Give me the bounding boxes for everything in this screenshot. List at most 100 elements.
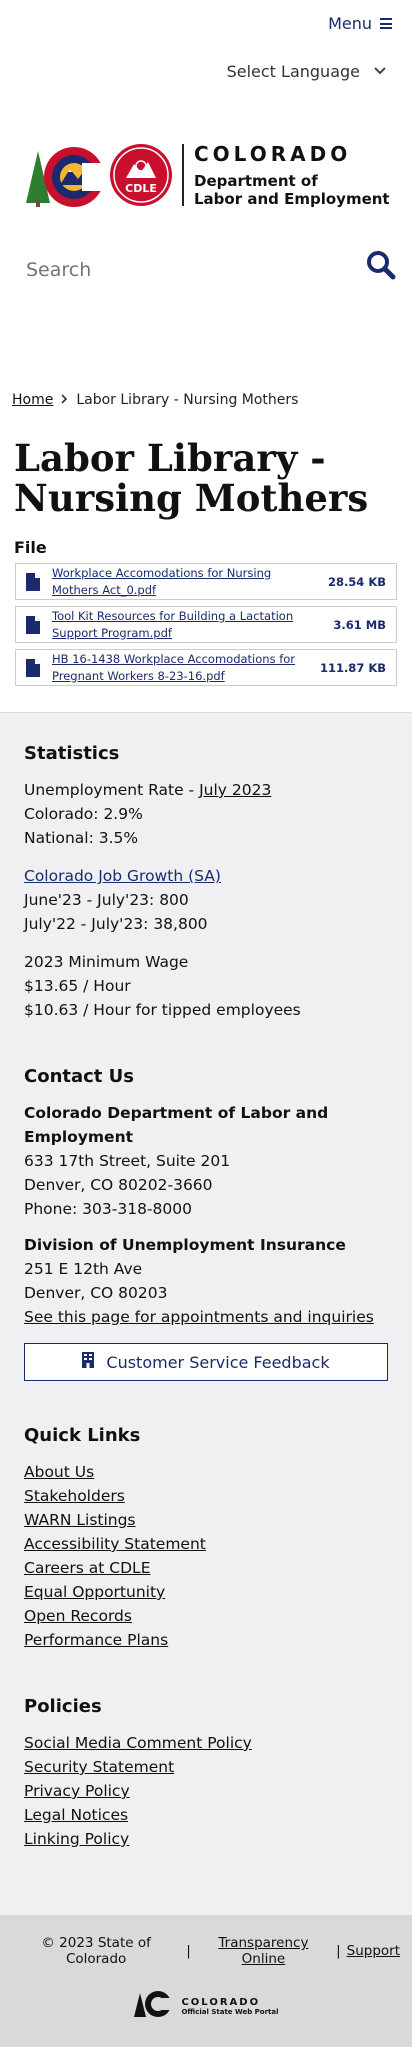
policies-section: Policies Social Media Comment Policy Sec… — [24, 1696, 388, 1851]
footer-bottom: © 2023 State of Colorado | Transparency … — [0, 1915, 412, 2047]
contact-phone: Phone: 303-318-8000 — [24, 1200, 192, 1218]
breadcrumb-chevron-icon — [61, 392, 68, 408]
min-wage-tipped: $10.63 / Hour for tipped employees — [24, 1001, 301, 1019]
search-bar — [0, 230, 412, 310]
portal-text: COLORADO Official State Web Portal — [181, 1997, 278, 2016]
quick-link-about-us[interactable]: About Us — [24, 1460, 388, 1484]
policy-link-privacy[interactable]: Privacy Policy — [24, 1779, 388, 1803]
search-input[interactable] — [26, 259, 326, 281]
quick-links-heading: Quick Links — [24, 1425, 141, 1446]
unemployment-month-link[interactable]: July 2023 — [199, 781, 271, 799]
file-link[interactable]: HB 16-1438 Workplace Accomodations for P… — [52, 651, 312, 685]
file-size: 3.61 MB — [333, 617, 386, 632]
language-select[interactable]: Select Language — [227, 62, 386, 81]
min-wage-title: 2023 Minimum Wage — [24, 953, 189, 971]
page-title: Labor Library - Nursing Mothers — [14, 436, 369, 520]
policy-link-linking[interactable]: Linking Policy — [24, 1827, 388, 1851]
contact-address-line1: 633 17th Street, Suite 201 — [24, 1152, 231, 1170]
colorado-c-logo-icon — [24, 141, 106, 209]
copyright: © 2023 State of Colorado — [41, 1935, 151, 1967]
file-size: 28.54 KB — [327, 574, 386, 589]
statistics-heading: Statistics — [24, 743, 120, 764]
contact-heading: Contact Us — [24, 1066, 135, 1087]
breadcrumb-home-link[interactable]: Home — [12, 392, 53, 408]
national-rate: National: 3.5% — [24, 829, 139, 847]
logo-text: COLORADO Department of Labor and Employm… — [194, 142, 390, 208]
policy-link-security[interactable]: Security Statement — [24, 1755, 388, 1779]
contact-section: Contact Us Colorado Department of Labor … — [24, 1066, 388, 1381]
min-wage-block: 2023 Minimum Wage $13.65 / Hour $10.63 /… — [24, 950, 388, 1022]
hamburger-icon — [380, 18, 392, 29]
logo-dept-line2: Labor and Employment — [194, 190, 390, 208]
site-header: Menu Select Language CDLE COLORADO Depar… — [0, 0, 412, 310]
breadcrumb-current: Labor Library - Nursing Mothers — [76, 392, 299, 408]
breadcrumb: Home Labor Library - Nursing Mothers — [0, 392, 412, 408]
quick-link-open-records[interactable]: Open Records — [24, 1604, 388, 1628]
separator: | — [336, 1943, 341, 1959]
file-size: 111.87 KB — [319, 660, 386, 675]
contact-org-name: Colorado Department of Labor and Employm… — [24, 1104, 329, 1146]
policy-link-legal[interactable]: Legal Notices — [24, 1803, 388, 1827]
menu-label: Menu — [328, 14, 372, 33]
file-icon — [26, 615, 40, 634]
quick-link-performance-plans[interactable]: Performance Plans — [24, 1628, 388, 1652]
contact-unemployment: Division of Unemployment Insurance 251 E… — [24, 1233, 388, 1329]
portal-subtitle: Official State Web Portal — [181, 2007, 279, 2016]
main-content: Home Labor Library - Nursing Mothers Lab… — [0, 392, 412, 686]
file-list: Workplace Accomodations for Nursing Moth… — [15, 563, 397, 686]
file-icon — [26, 572, 40, 591]
file-heading: File — [14, 538, 47, 557]
file-link[interactable]: Workplace Accomodations for Nursing Moth… — [52, 565, 320, 599]
portal-state: COLORADO — [181, 1996, 261, 2008]
separator: | — [186, 1943, 191, 1959]
colorado-c-mono-icon — [133, 1989, 174, 2023]
quick-link-stakeholders[interactable]: Stakeholders — [24, 1484, 388, 1508]
support-link[interactable]: Support — [347, 1943, 400, 1959]
cdle-seal-icon: CDLE — [110, 144, 172, 206]
job-growth-yearly: July'22 - July'23: 38,800 — [24, 915, 208, 933]
min-wage-standard: $13.65 / Hour — [24, 977, 131, 995]
transparency-link[interactable]: Transparency Online — [197, 1935, 330, 1967]
contact-address-line2: Denver, CO 80202-3660 — [24, 1176, 213, 1194]
policy-link-social-media[interactable]: Social Media Comment Policy — [24, 1731, 388, 1755]
menu-button[interactable]: Menu — [328, 14, 392, 33]
file-item: Tool Kit Resources for Building a Lactat… — [15, 606, 397, 643]
unemployment-line: Unemployment Rate - July 2023 — [24, 778, 388, 802]
contact-org-name: Division of Unemployment Insurance — [24, 1236, 346, 1254]
contact-address-line2: Denver, CO 80203 — [24, 1284, 168, 1302]
quick-link-accessibility[interactable]: Accessibility Statement — [24, 1532, 388, 1556]
cdle-badge-text: CDLE — [125, 182, 157, 195]
file-item: HB 16-1438 Workplace Accomodations for P… — [15, 649, 397, 686]
search-icon[interactable] — [366, 250, 396, 280]
appointments-link[interactable]: See this page for appointments and inqui… — [24, 1308, 374, 1326]
colorado-rate: Colorado: 2.9% — [24, 805, 143, 823]
logo-divider — [182, 144, 184, 206]
customer-feedback-button[interactable]: Customer Service Feedback — [24, 1343, 388, 1381]
quick-links-section: Quick Links About Us Stakeholders WARN L… — [24, 1425, 388, 1652]
job-growth-monthly: June'23 - July'23: 800 — [24, 891, 189, 909]
top-bar: Menu Select Language — [0, 0, 412, 120]
state-portal-logo[interactable]: COLORADO Official State Web Portal — [12, 1989, 400, 2023]
unemployment-label: Unemployment Rate - — [24, 781, 200, 799]
logo-state: COLORADO — [194, 142, 352, 166]
building-icon — [82, 1352, 95, 1372]
chevron-down-icon — [374, 65, 386, 78]
quick-link-equal-opportunity[interactable]: Equal Opportunity — [24, 1580, 388, 1604]
logo-dept-line1: Department of — [194, 172, 318, 190]
unemployment-block: Unemployment Rate - July 2023 Colorado: … — [24, 778, 388, 850]
file-icon — [26, 658, 40, 677]
statistics-section: Statistics Unemployment Rate - July 2023… — [24, 743, 388, 1022]
job-growth-link[interactable]: Colorado Job Growth (SA) — [24, 867, 221, 885]
quick-link-careers[interactable]: Careers at CDLE — [24, 1556, 388, 1580]
contact-address-line1: 251 E 12th Ave — [24, 1260, 143, 1278]
job-growth-block: Colorado Job Growth (SA) June'23 - July'… — [24, 864, 388, 936]
file-item: Workplace Accomodations for Nursing Moth… — [15, 563, 397, 600]
quick-link-warn-listings[interactable]: WARN Listings — [24, 1508, 388, 1532]
site-logo[interactable]: CDLE COLORADO Department of Labor and Em… — [0, 120, 412, 230]
feedback-label: Customer Service Feedback — [106, 1352, 330, 1372]
file-link[interactable]: Tool Kit Resources for Building a Lactat… — [52, 608, 325, 642]
language-label: Select Language — [226, 62, 360, 81]
footer-main: Statistics Unemployment Rate - July 2023… — [0, 712, 412, 1915]
policies-heading: Policies — [24, 1696, 102, 1717]
footer-legal-line: © 2023 State of Colorado | Transparency … — [12, 1935, 400, 1967]
